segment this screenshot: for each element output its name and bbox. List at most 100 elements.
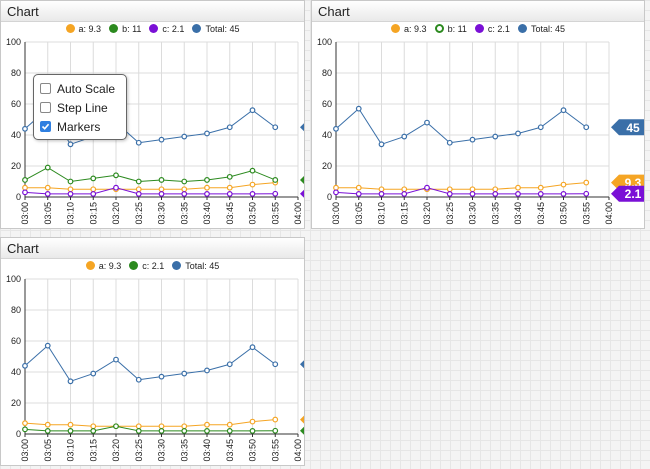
menu-item-label: Step Line [57, 100, 108, 115]
data-point-marker [22, 362, 28, 369]
data-point-marker [272, 427, 279, 434]
y-tick-label: 0 [16, 429, 21, 439]
data-point-marker [226, 427, 233, 434]
x-tick-label: 03:20 [422, 202, 432, 225]
end-value-badge-shape [300, 123, 304, 132]
checkbox-unchecked-icon[interactable] [40, 102, 51, 113]
data-point-marker [226, 173, 233, 180]
x-tick-label: 03:55 [581, 202, 591, 225]
data-point-marker [158, 423, 165, 430]
line-chart[interactable]: 0 20 40 60 80 100 03:00 03:05 03:10 03:15 03:20 03:… [1, 238, 305, 466]
data-point-marker [135, 376, 142, 383]
data-point-marker [583, 179, 590, 186]
data-point-marker [515, 130, 521, 137]
data-point-marker [22, 184, 28, 191]
x-tick-label: 03:05 [354, 202, 364, 225]
data-point-marker [583, 124, 590, 131]
data-point-marker [333, 189, 339, 196]
data-point-marker [378, 141, 385, 148]
data-point-marker [355, 190, 362, 197]
data-point-marker [158, 190, 165, 197]
data-point-marker [135, 178, 142, 185]
x-tick-label: 03:50 [248, 202, 258, 225]
series-line [24, 419, 276, 427]
data-point-marker [113, 184, 119, 191]
data-point-marker [67, 378, 74, 385]
data-point-marker [67, 190, 74, 197]
checkbox-unchecked-icon[interactable] [40, 83, 51, 94]
data-point-marker [67, 141, 74, 148]
x-tick-label: 03:20 [111, 439, 121, 462]
checkbox-checked-icon[interactable] [40, 121, 51, 132]
data-point-marker [90, 370, 97, 377]
x-tick-label: 03:30 [468, 202, 478, 225]
data-point-marker [401, 133, 408, 140]
end-value-label: 2.1 [625, 187, 642, 201]
chart-panel-3: Chart a: 9.3 c: 2.1 Total: 45 0 20 40 60 80 100… [0, 237, 305, 466]
series-line [336, 182, 587, 190]
y-tick-label: 40 [11, 130, 21, 140]
menu-item-markers[interactable]: Markers [34, 117, 126, 136]
x-tick-label: 04:00 [293, 439, 303, 462]
data-point-marker [492, 186, 499, 193]
data-point-marker [401, 190, 408, 197]
y-tick-label: 40 [322, 130, 332, 140]
data-point-marker [22, 420, 28, 427]
data-point-marker [135, 139, 142, 146]
data-point-marker [401, 186, 408, 193]
data-point-marker [181, 427, 188, 434]
menu-item-step-line[interactable]: Step Line [34, 98, 126, 117]
data-point-marker [492, 133, 499, 140]
data-point-marker [446, 139, 453, 146]
x-tick-label: 03:35 [179, 202, 189, 225]
y-tick-label: 100 [6, 274, 21, 284]
end-value-badge-shape [300, 360, 304, 369]
x-tick-label: 03:35 [179, 439, 189, 462]
data-point-marker [204, 190, 210, 197]
x-tick-label: 03:25 [445, 202, 455, 225]
data-point-marker [135, 427, 142, 434]
x-tick-label: 03:40 [513, 202, 523, 225]
x-tick-label: 03:10 [66, 439, 76, 462]
end-value-badge-shape [300, 415, 304, 424]
data-point-marker [469, 190, 476, 197]
data-point-marker [135, 190, 142, 197]
line-chart[interactable]: 0 20 40 60 80 100 03:00 03:05 03:10 03:15 03:20 03:… [312, 1, 645, 229]
y-tick-label: 20 [11, 161, 21, 171]
data-point-marker [249, 418, 256, 425]
data-point-marker [537, 124, 544, 131]
end-value-badge: 45 [300, 360, 304, 369]
x-tick-label: 04:00 [604, 202, 614, 225]
data-point-marker [446, 186, 453, 193]
data-point-marker [469, 136, 476, 143]
data-point-marker [44, 164, 51, 171]
x-tick-label: 03:00 [20, 202, 30, 225]
x-tick-label: 03:45 [225, 439, 235, 462]
data-point-marker [469, 186, 476, 193]
data-point-marker [22, 125, 28, 132]
end-value-badge: 2.1 [300, 189, 304, 198]
chart-options-menu: Auto Scale Step Line Markers [33, 74, 127, 140]
y-tick-label: 80 [11, 305, 21, 315]
x-tick-label: 03:10 [377, 202, 387, 225]
data-point-marker [181, 190, 188, 197]
menu-item-label: Auto Scale [57, 81, 116, 96]
menu-item-auto-scale[interactable]: Auto Scale [34, 79, 126, 98]
data-point-marker [181, 423, 188, 430]
data-point-marker [90, 186, 97, 193]
series-line [24, 166, 276, 183]
data-point-marker [135, 186, 142, 193]
data-point-marker [355, 105, 362, 112]
end-value-badge-shape [300, 189, 304, 198]
data-point-marker [272, 190, 279, 197]
x-tick-label: 03:50 [248, 439, 258, 462]
x-tick-label: 03:45 [225, 202, 235, 225]
x-tick-label: 03:15 [88, 202, 98, 225]
y-tick-label: 60 [322, 99, 332, 109]
data-point-marker [135, 423, 142, 430]
end-value-badge-shape [300, 426, 304, 435]
x-tick-label: 03:15 [399, 202, 409, 225]
data-point-marker [181, 186, 188, 193]
data-point-marker [272, 177, 279, 183]
y-tick-label: 0 [327, 192, 332, 202]
